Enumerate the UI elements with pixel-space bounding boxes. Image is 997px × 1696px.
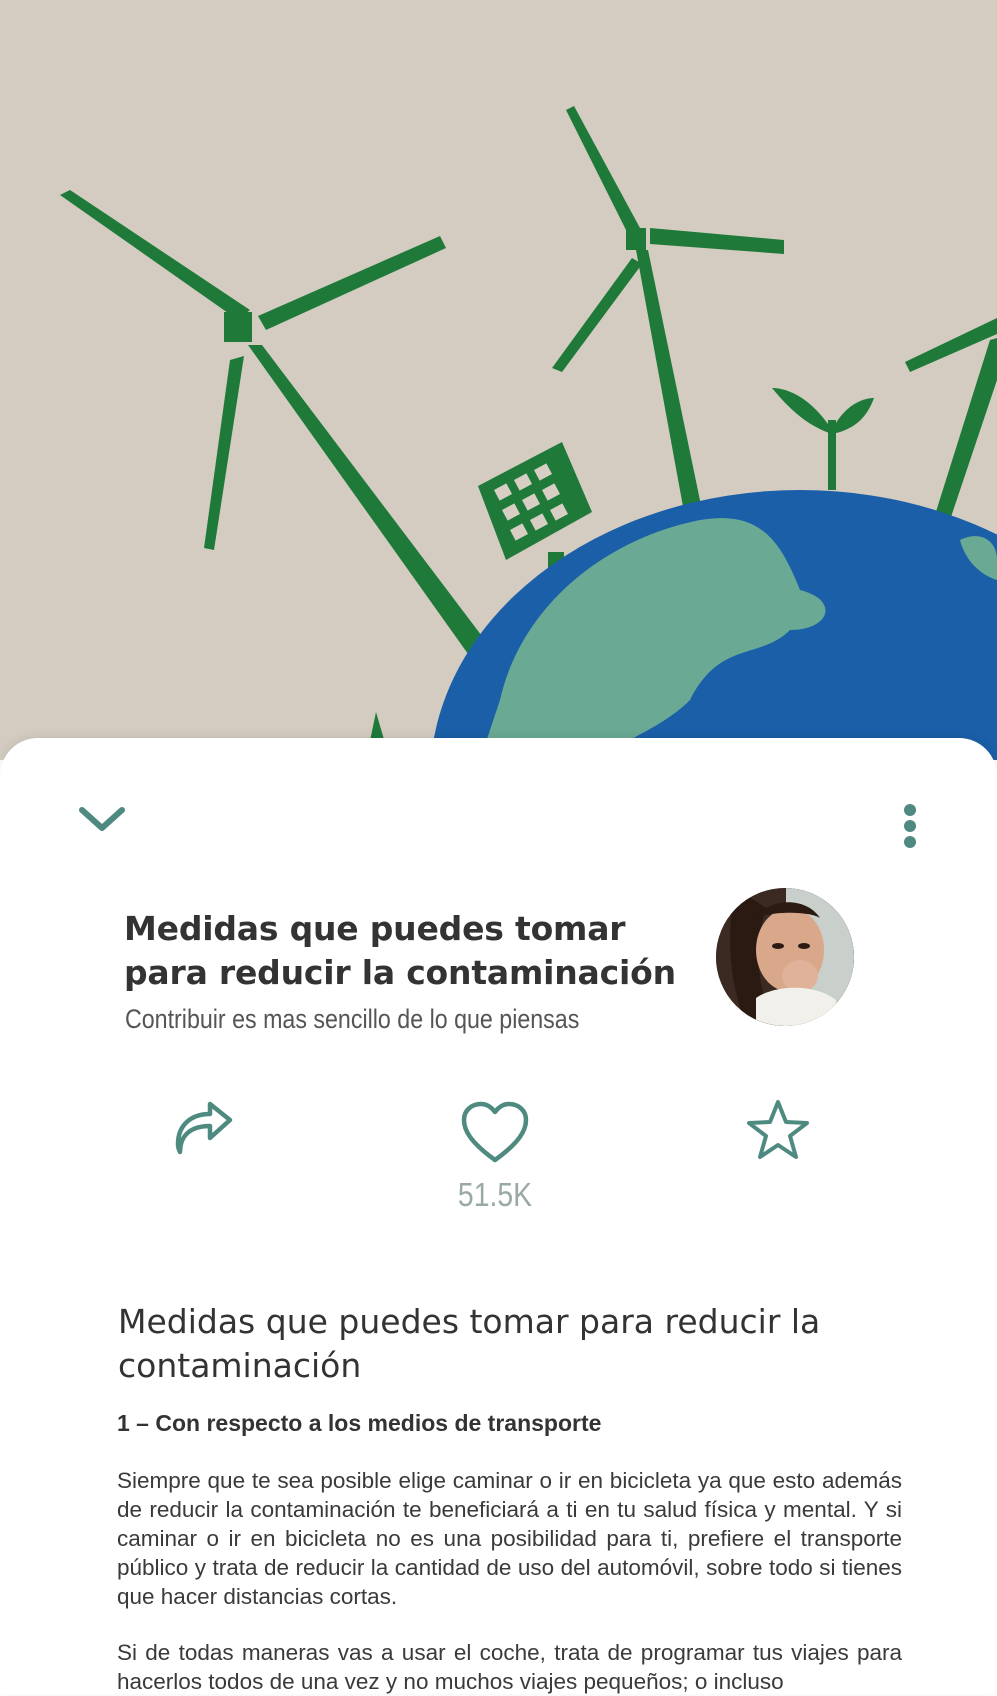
hero-image [0,0,997,760]
page-title: Medidas que puedes tomar para reducir la… [124,909,676,992]
share-icon[interactable] [172,1100,236,1160]
heart-icon[interactable] [460,1100,530,1166]
avatar[interactable] [716,888,854,1026]
chevron-down-icon[interactable] [72,800,132,840]
paragraph: Siempre que te sea posible elige caminar… [117,1468,902,1609]
star-icon[interactable] [746,1098,810,1162]
paragraph: Si de todas maneras vas a usar el coche,… [117,1640,902,1694]
article-title: Medidas que puedes tomar para reducir la… [118,1302,821,1385]
more-vertical-icon[interactable] [888,796,932,856]
page-subtitle: Contribuir es mas sencillo de lo que pie… [125,1004,580,1034]
section-heading: 1 – Con respecto a los medios de transpo… [117,1410,602,1436]
like-count: 51.5K [457,1176,533,1213]
